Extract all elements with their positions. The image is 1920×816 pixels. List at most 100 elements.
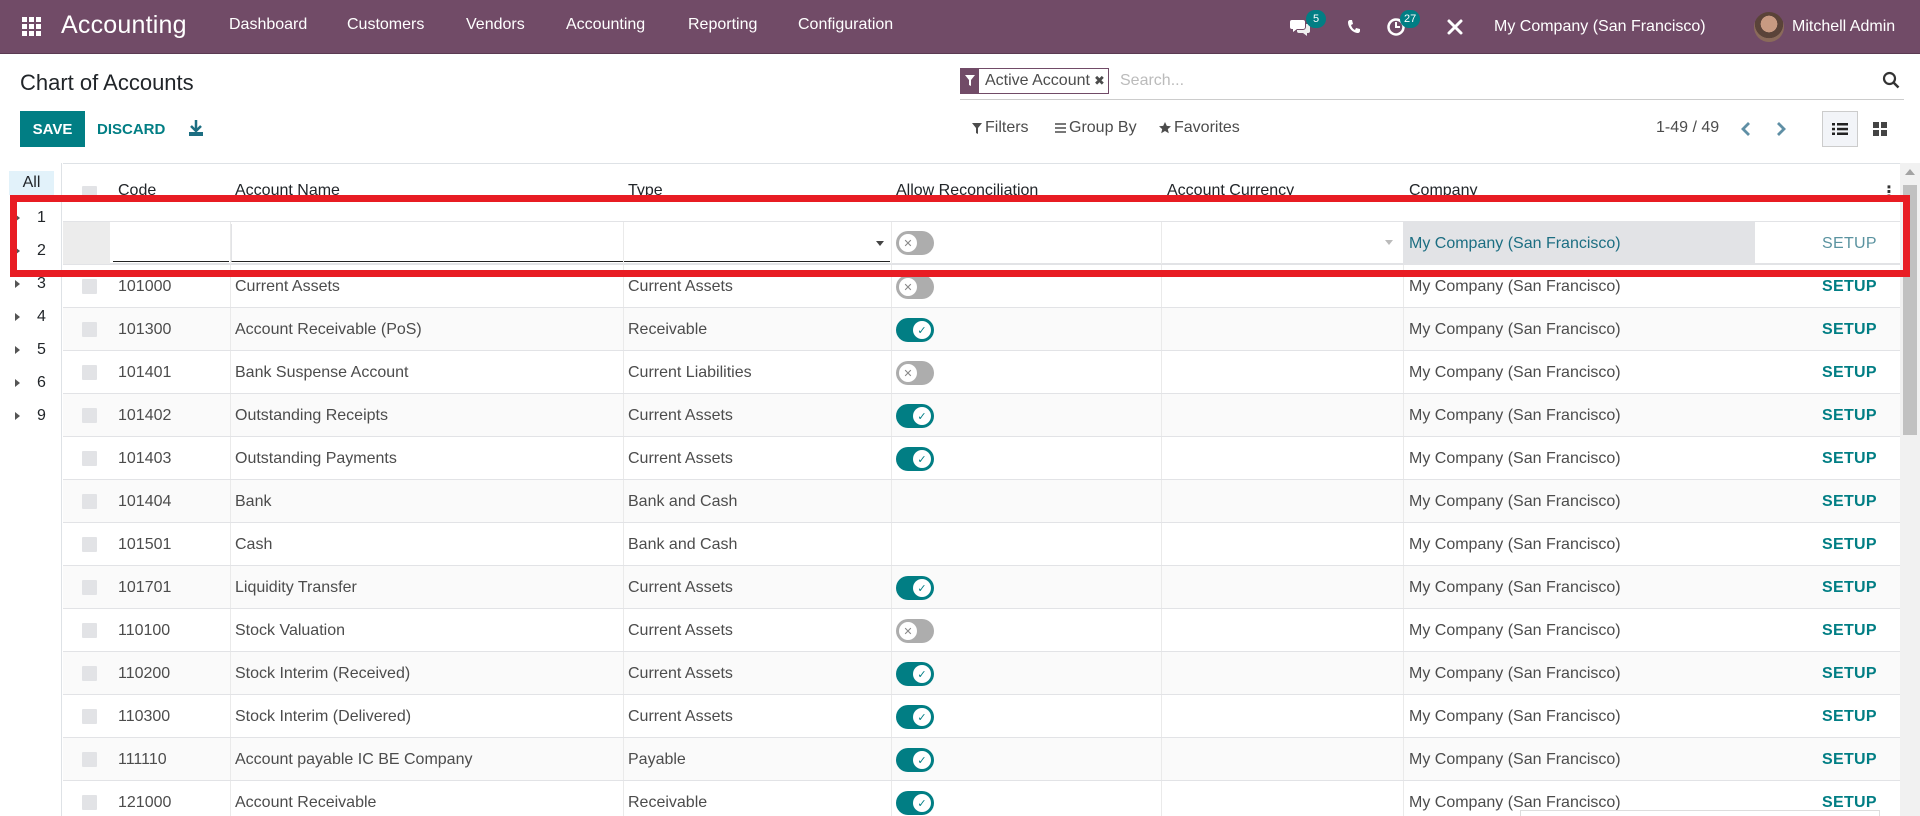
table-row[interactable]: 101402 Outstanding Receipts Current Assets… bbox=[63, 393, 1900, 437]
allow-reconciliation-toggle[interactable]: ✓ bbox=[896, 404, 934, 428]
allow-reconciliation-toggle[interactable]: ✓ bbox=[896, 576, 934, 600]
side-panel-item[interactable]: 9 bbox=[0, 404, 62, 428]
side-panel-item[interactable]: 5 bbox=[0, 338, 62, 362]
company-switcher[interactable]: My Company (San Francisco) bbox=[1494, 0, 1706, 54]
setup-button[interactable]: SETUP bbox=[1822, 480, 1877, 523]
row-checkbox[interactable] bbox=[82, 709, 97, 724]
activities-button[interactable]: 27 bbox=[1386, 0, 1421, 54]
row-checkbox[interactable] bbox=[82, 752, 97, 767]
list-view-button[interactable] bbox=[1822, 111, 1858, 147]
messages-button[interactable]: 5 bbox=[1290, 0, 1326, 54]
search-input[interactable] bbox=[1120, 68, 1820, 94]
table-row[interactable]: 110300 Stock Interim (Delivered) Current A… bbox=[63, 694, 1900, 738]
side-panel-item[interactable]: 3 bbox=[0, 272, 62, 296]
type-select[interactable] bbox=[624, 224, 890, 262]
setup-button[interactable]: SETUP bbox=[1822, 265, 1877, 308]
optional-columns-toggle[interactable]: ⋮ bbox=[1881, 182, 1897, 202]
table-row[interactable]: 101000 Current Assets Current Assets ✕ My Co… bbox=[63, 264, 1900, 308]
pager-next-button[interactable] bbox=[1771, 118, 1791, 140]
setup-button[interactable]: SETUP bbox=[1822, 394, 1877, 437]
debug-tools-button[interactable] bbox=[1446, 0, 1464, 54]
row-checkbox[interactable] bbox=[82, 537, 97, 552]
row-checkbox[interactable] bbox=[82, 365, 97, 380]
setup-button[interactable]: SETUP bbox=[1822, 222, 1877, 265]
setup-button[interactable]: SETUP bbox=[1822, 652, 1877, 695]
discard-button[interactable]: DISCARD bbox=[97, 111, 165, 147]
allow-reconciliation-toggle[interactable]: ✕ bbox=[896, 275, 934, 299]
select-all-checkbox[interactable] bbox=[82, 186, 97, 201]
side-panel-item[interactable]: 6 bbox=[0, 371, 62, 395]
row-checkbox[interactable] bbox=[82, 408, 97, 423]
setup-button[interactable]: SETUP bbox=[1822, 351, 1877, 394]
setup-button[interactable]: SETUP bbox=[1822, 437, 1877, 480]
setup-button[interactable]: SETUP bbox=[1822, 308, 1877, 351]
allow-reconciliation-toggle[interactable]: ✓ bbox=[896, 447, 934, 471]
row-checkbox[interactable] bbox=[82, 795, 97, 810]
column-header-account-name[interactable]: Account Name bbox=[235, 182, 340, 200]
code-field[interactable] bbox=[113, 224, 229, 262]
vertical-scrollbar[interactable] bbox=[1900, 163, 1920, 816]
allow-reconciliation-toggle[interactable]: ✕ bbox=[896, 231, 934, 255]
app-name[interactable]: Accounting bbox=[61, 11, 187, 40]
search-facet-active-account[interactable]: Active Account ✖ bbox=[960, 68, 1109, 94]
row-checkbox[interactable] bbox=[82, 322, 97, 337]
phone-button[interactable] bbox=[1347, 0, 1361, 54]
table-row[interactable]: 101300 Account Receivable (PoS) Receivable… bbox=[63, 307, 1900, 351]
row-checkbox[interactable] bbox=[82, 494, 97, 509]
table-row[interactable]: 101701 Liquidity Transfer Current Assets ✓ M… bbox=[63, 565, 1900, 609]
setup-button[interactable]: SETUP bbox=[1822, 609, 1877, 652]
menu-customers[interactable]: Customers bbox=[347, 16, 424, 34]
allow-reconciliation-toggle[interactable]: ✓ bbox=[896, 662, 934, 686]
row-checkbox[interactable] bbox=[82, 666, 97, 681]
menu-accounting[interactable]: Accounting bbox=[566, 16, 645, 34]
download-button[interactable] bbox=[188, 119, 204, 139]
column-header-type[interactable]: Type bbox=[628, 182, 663, 200]
menu-dashboard[interactable]: Dashboard bbox=[229, 16, 307, 34]
scroll-up-arrow-icon[interactable] bbox=[1905, 169, 1915, 175]
setup-button[interactable]: SETUP bbox=[1822, 738, 1877, 781]
account-name-field[interactable] bbox=[231, 224, 623, 262]
table-row[interactable]: 110100 Stock Valuation Current Assets ✕ My C… bbox=[63, 608, 1900, 652]
menu-reporting[interactable]: Reporting bbox=[688, 16, 757, 34]
allow-reconciliation-toggle[interactable]: ✓ bbox=[896, 748, 934, 772]
kanban-view-button[interactable] bbox=[1862, 111, 1898, 147]
pager-value[interactable]: 1-49 / 49 bbox=[1656, 119, 1719, 137]
group-by-button[interactable]: Group By bbox=[1055, 119, 1137, 137]
menu-vendors[interactable]: Vendors bbox=[466, 16, 525, 34]
filters-button[interactable]: Filters bbox=[972, 119, 1029, 137]
pager-previous-button[interactable] bbox=[1736, 118, 1756, 140]
allow-reconciliation-toggle[interactable]: ✓ bbox=[896, 791, 934, 815]
allow-reconciliation-toggle[interactable]: ✓ bbox=[896, 318, 934, 342]
table-row[interactable]: 111110 Account payable IC BE Company Payab… bbox=[63, 737, 1900, 781]
setup-button[interactable]: SETUP bbox=[1822, 523, 1877, 566]
row-checkbox[interactable] bbox=[82, 580, 97, 595]
setup-button[interactable]: SETUP bbox=[1822, 566, 1877, 609]
row-checkbox[interactable] bbox=[82, 279, 97, 294]
apps-grid-icon[interactable] bbox=[20, 15, 42, 37]
favorites-button[interactable]: Favorites bbox=[1159, 119, 1240, 137]
table-row[interactable]: 101403 Outstanding Payments Current Assets… bbox=[63, 436, 1900, 480]
side-panel-item[interactable]: 1 bbox=[0, 206, 62, 230]
scrollbar-thumb[interactable] bbox=[1903, 185, 1917, 435]
row-checkbox[interactable] bbox=[82, 623, 97, 638]
allow-reconciliation-toggle[interactable]: ✕ bbox=[896, 619, 934, 643]
user-menu[interactable]: Mitchell Admin bbox=[1754, 0, 1895, 54]
save-button[interactable]: SAVE bbox=[20, 111, 85, 147]
side-panel-all[interactable]: All bbox=[9, 171, 54, 195]
column-header-company[interactable]: Company bbox=[1409, 182, 1477, 200]
facet-remove-icon[interactable]: ✖ bbox=[1094, 69, 1108, 93]
row-checkbox[interactable] bbox=[82, 451, 97, 466]
account-currency-field[interactable] bbox=[1162, 222, 1403, 265]
side-panel-item[interactable]: 2 bbox=[0, 239, 62, 263]
column-header-account-currency[interactable]: Account Currency bbox=[1167, 182, 1294, 200]
side-panel-item[interactable]: 4 bbox=[0, 305, 62, 329]
setup-button[interactable]: SETUP bbox=[1822, 695, 1877, 738]
table-row[interactable]: 101501 Cash Bank and Cash My Company (San F… bbox=[63, 522, 1900, 566]
menu-configuration[interactable]: Configuration bbox=[798, 16, 893, 34]
company-field[interactable]: My Company (San Francisco) bbox=[1403, 222, 1755, 265]
table-row[interactable]: 101404 Bank Bank and Cash My Company (San F… bbox=[63, 479, 1900, 523]
table-row[interactable]: 110200 Stock Interim (Received) Current As… bbox=[63, 651, 1900, 695]
allow-reconciliation-toggle[interactable]: ✕ bbox=[896, 361, 934, 385]
search-icon[interactable] bbox=[1882, 71, 1900, 89]
column-header-allow-reconciliation[interactable]: Allow Reconciliation bbox=[896, 182, 1038, 200]
